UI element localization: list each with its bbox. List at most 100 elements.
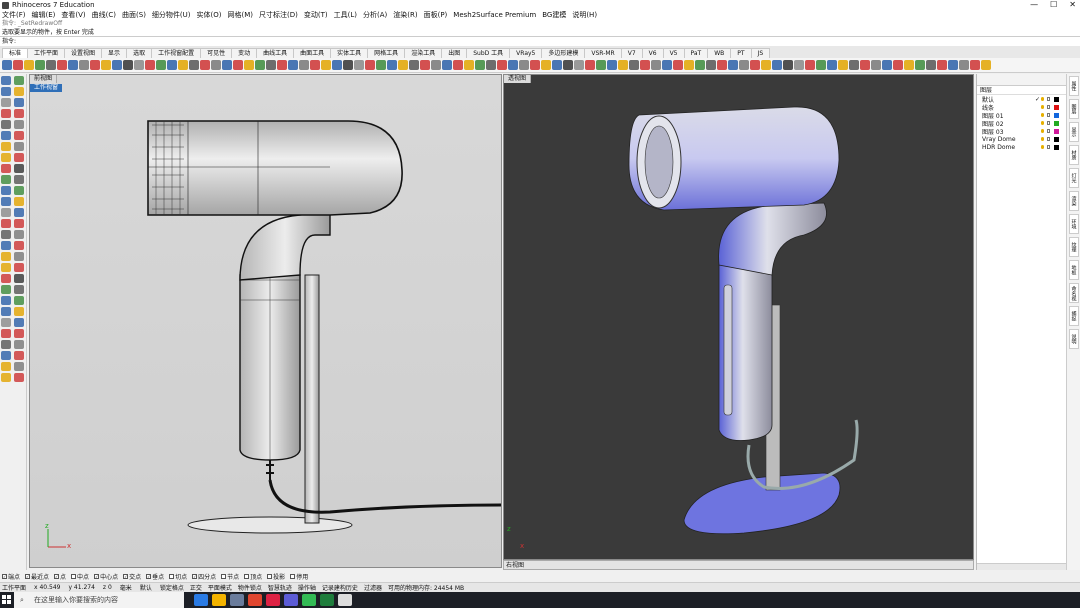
toolbar-tool-icon[interactable] (673, 60, 683, 70)
osnap-checkbox[interactable]: ✓ (146, 574, 152, 579)
toolbar-tool-icon[interactable] (695, 60, 705, 70)
toolbar-tool-icon[interactable] (343, 60, 353, 70)
toolbar-tool-icon[interactable] (893, 60, 903, 70)
palette-tool-icon[interactable] (1, 76, 11, 85)
toolbar-tab[interactable]: 设置视图 (64, 48, 103, 58)
command-line[interactable]: 指令: (0, 37, 1080, 46)
menu-item[interactable]: 编辑(E) (32, 10, 56, 20)
taskbar-app-icon[interactable] (248, 594, 262, 606)
palette-tool-icon[interactable] (14, 296, 24, 305)
palette-tool-icon[interactable] (1, 120, 11, 129)
menu-item[interactable]: 查看(V) (61, 10, 85, 20)
toolbar-tool-icon[interactable] (706, 60, 716, 70)
layer-color-swatch[interactable] (1054, 112, 1059, 118)
palette-tool-icon[interactable] (14, 120, 24, 129)
menu-item[interactable]: 分析(A) (363, 10, 387, 20)
osnap-option[interactable]: ✓ 端点 (2, 572, 20, 581)
toolbar-tool-icon[interactable] (200, 60, 210, 70)
toolbar-tool-icon[interactable] (233, 60, 243, 70)
status-layer[interactable]: 默认 (140, 583, 152, 592)
toolbar-tab[interactable]: VRay5 (509, 48, 543, 58)
palette-tool-icon[interactable] (14, 351, 24, 360)
toolbar-tab[interactable]: PaT (683, 48, 709, 58)
toolbar-tool-icon[interactable] (101, 60, 111, 70)
perspective-viewport[interactable]: 透视图 x z (503, 74, 974, 560)
palette-tool-icon[interactable] (14, 318, 24, 327)
toolbar-tool-icon[interactable] (871, 60, 881, 70)
palette-tool-icon[interactable] (14, 307, 24, 316)
toolbar-tool-icon[interactable] (46, 60, 56, 70)
toolbar-tab[interactable]: V5 (662, 48, 685, 58)
menu-item[interactable]: 工具(L) (334, 10, 357, 20)
toolbar-tab[interactable]: V6 (641, 48, 664, 58)
palette-tool-icon[interactable] (14, 208, 24, 217)
toolbar-tool-icon[interactable] (552, 60, 562, 70)
toolbar-tool-icon[interactable] (277, 60, 287, 70)
toolbar-tool-icon[interactable] (167, 60, 177, 70)
toolbar-tab[interactable]: WB (707, 48, 732, 58)
toolbar-tool-icon[interactable] (497, 60, 507, 70)
toolbar-tool-icon[interactable] (607, 60, 617, 70)
osnap-checkbox[interactable]: ✓ (192, 574, 198, 579)
visibility-bulb-icon[interactable] (1041, 105, 1044, 109)
osnap-option[interactable]: ✓ 四分点 (192, 572, 216, 581)
side-tab[interactable]: 渲染 (1068, 191, 1079, 211)
visibility-bulb-icon[interactable] (1041, 97, 1044, 101)
toolbar-tab[interactable]: 出图 (441, 48, 468, 58)
status-toggle[interactable]: 正交 (190, 583, 202, 592)
toolbar-tool-icon[interactable] (563, 60, 573, 70)
maximize-button[interactable]: ☐ (1050, 0, 1057, 10)
side-tab[interactable]: 命名视图 (1068, 283, 1079, 303)
menu-item[interactable]: BG建模 (542, 10, 566, 20)
layers-panel-toolbar[interactable] (977, 74, 1066, 86)
toolbar-tool-icon[interactable] (530, 60, 540, 70)
taskbar-app-icon[interactable] (230, 594, 244, 606)
toolbar-tool-icon[interactable] (475, 60, 485, 70)
toolbar-tool-icon[interactable] (838, 60, 848, 70)
palette-tool-icon[interactable] (1, 208, 11, 217)
toolbar-tool-icon[interactable] (288, 60, 298, 70)
palette-tool-icon[interactable] (1, 351, 11, 360)
toolbar-tab[interactable]: 曲面工具 (293, 48, 332, 58)
toolbar-tool-icon[interactable] (68, 60, 78, 70)
toolbar-tool-icon[interactable] (805, 60, 815, 70)
palette-tool-icon[interactable] (14, 142, 24, 151)
toolbar-tool-icon[interactable] (266, 60, 276, 70)
toolbar-tool-icon[interactable] (486, 60, 496, 70)
toolbar-tool-icon[interactable] (640, 60, 650, 70)
side-tab[interactable]: 说明 (1068, 329, 1079, 349)
layer-color-swatch[interactable] (1054, 128, 1059, 134)
toolbar-tool-icon[interactable] (959, 60, 969, 70)
palette-tool-icon[interactable] (1, 98, 11, 107)
toolbar-tool-icon[interactable] (13, 60, 23, 70)
palette-tool-icon[interactable] (1, 252, 11, 261)
lock-icon[interactable] (1047, 137, 1050, 141)
toolbar-tool-icon[interactable] (926, 60, 936, 70)
toolbar-tool-icon[interactable] (794, 60, 804, 70)
palette-tool-icon[interactable] (1, 373, 11, 382)
palette-tool-icon[interactable] (14, 164, 24, 173)
toolbar-tool-icon[interactable] (585, 60, 595, 70)
toolbar-tab[interactable]: SubD 工具 (466, 48, 511, 58)
osnap-checkbox[interactable]: ✓ (2, 574, 7, 579)
palette-tool-icon[interactable] (14, 109, 24, 118)
front-viewport[interactable]: 前视图 工作视窗 x z (29, 74, 502, 568)
palette-tool-icon[interactable] (1, 197, 11, 206)
visibility-bulb-icon[interactable] (1041, 129, 1044, 133)
toolbar-tool-icon[interactable] (860, 60, 870, 70)
palette-tool-icon[interactable] (1, 296, 11, 305)
toolbar-tool-icon[interactable] (420, 60, 430, 70)
toolbar-tab[interactable]: 变动 (231, 48, 258, 58)
osnap-option[interactable]: 切点 (169, 572, 187, 581)
palette-tool-icon[interactable] (1, 175, 11, 184)
toolbar-tab[interactable]: 实体工具 (330, 48, 369, 58)
toolbar-tool-icon[interactable] (508, 60, 518, 70)
palette-tool-icon[interactable] (14, 230, 24, 239)
toolbar-tab[interactable]: 多边形建模 (541, 48, 586, 58)
palette-tool-icon[interactable] (14, 274, 24, 283)
toolbar-tool-icon[interactable] (739, 60, 749, 70)
menu-item[interactable]: 曲面(S) (122, 10, 146, 20)
palette-tool-icon[interactable] (14, 263, 24, 272)
toolbar-tool-icon[interactable] (211, 60, 221, 70)
toolbar-tool-icon[interactable] (981, 60, 991, 70)
